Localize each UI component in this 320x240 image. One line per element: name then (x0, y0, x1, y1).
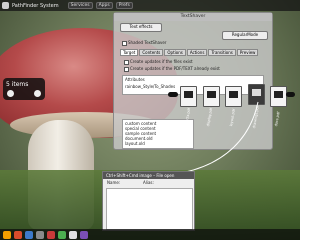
window-title: Ctrl+Shift+Cmd image – File open (103, 172, 194, 179)
dock-app-icon[interactable] (14, 230, 22, 239)
dock-app-icon[interactable] (47, 230, 55, 239)
name-field-label: Name: (107, 180, 121, 185)
dock-app-icon[interactable] (25, 230, 33, 239)
dock (0, 229, 300, 240)
dock-app-icon[interactable] (58, 230, 66, 239)
desktop: PathFinder System Services Apps Prefs 5 … (0, 0, 300, 240)
file-open-window: Ctrl+Shift+Cmd image – File open Name: A… (102, 171, 195, 231)
dock-app-icon[interactable] (80, 230, 88, 239)
dock-app-icon[interactable] (69, 230, 77, 239)
file-preview-area[interactable] (106, 188, 193, 230)
alias-field-label: Alias: (143, 180, 154, 185)
dock-app-icon[interactable] (36, 230, 44, 239)
dock-app-icon[interactable] (3, 230, 11, 239)
